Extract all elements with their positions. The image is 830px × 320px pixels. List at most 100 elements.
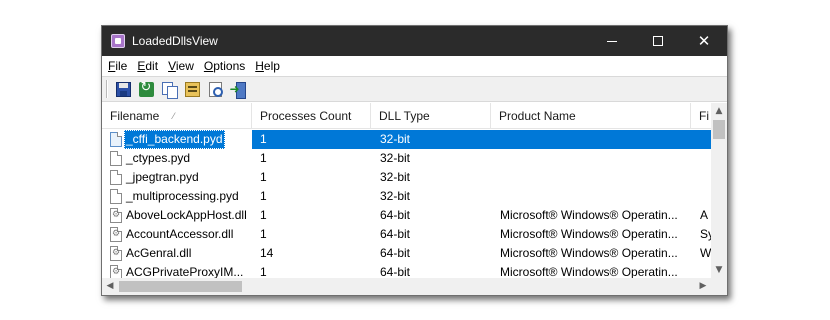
close-icon: ✕ [697, 32, 711, 50]
table-row[interactable]: ACGPrivateProxyIM... 1 64-bit Microsoft® Wi… [102, 263, 711, 278]
find-icon [208, 81, 223, 97]
cell-dll-type: 64-bit [380, 246, 411, 260]
table-row[interactable]: _multiprocessing.pyd 1 32-bit [102, 187, 711, 206]
cell-filename: ACGPrivateProxyIM... [102, 263, 252, 278]
cell-processes-count: 1 [260, 151, 267, 165]
cell-filename: _ctypes.pyd [102, 149, 252, 168]
column-filename[interactable]: Filename ⁄ [102, 103, 252, 129]
cell-fi [692, 263, 711, 278]
save-button[interactable] [113, 79, 133, 99]
filename-text: ACGPrivateProxyIM... [126, 265, 244, 278]
table-row[interactable]: AboveLockAppHost.dll 1 64-bit Microsoft® Wi… [102, 206, 711, 225]
toolbar [102, 76, 727, 102]
dll-list[interactable]: Filename ⁄ Processes Count DLL Type Produ… [102, 103, 727, 295]
cell-filename: AboveLockAppHost.dll [102, 206, 252, 225]
table-row[interactable]: _jpegtran.pyd 1 32-bit [102, 168, 711, 187]
exit-icon [230, 81, 246, 99]
cell-processes-count: 1 [260, 208, 267, 222]
dll-file-icon [110, 227, 122, 242]
copy-button[interactable] [159, 79, 179, 99]
column-dll-type[interactable]: DLL Type [371, 103, 491, 129]
title-bar[interactable]: LoadedDllsView ✕ [102, 26, 727, 56]
cell-product-name [492, 168, 692, 187]
table-row[interactable]: _cffi_backend.pyd 1 32-bit [102, 130, 711, 149]
cell-processes-count: 1 [260, 189, 267, 203]
cell-product-name: Microsoft® Windows® Operatin... [500, 208, 678, 222]
cell-fi: Sy [700, 227, 711, 241]
find-button[interactable] [205, 79, 225, 99]
list-header: Filename ⁄ Processes Count DLL Type Produ… [102, 103, 711, 129]
save-icon [115, 81, 131, 97]
cell-fi: A [700, 208, 709, 222]
app-icon [111, 34, 125, 48]
filename-text: AboveLockAppHost.dll [126, 208, 247, 222]
cell-dll-type: 64-bit [380, 227, 411, 241]
cell-processes-count: 1 [260, 170, 267, 184]
cell-fi [692, 149, 711, 168]
scroll-right-icon[interactable]: ▶ [695, 278, 711, 295]
cell-processes-count: 1 [260, 227, 267, 241]
cell-dll-type: 32-bit [380, 151, 411, 165]
column-fi[interactable]: Fi [691, 103, 711, 129]
vertical-scrollbar[interactable]: ▲ ▼ [711, 103, 727, 278]
exit-button[interactable] [228, 79, 248, 99]
sort-indicator: ⁄ [173, 111, 175, 121]
cell-product-name [492, 130, 692, 149]
menu-edit[interactable]: Edit [137, 59, 158, 73]
cell-processes-count: 14 [260, 246, 274, 260]
cell-dll-type: 32-bit [372, 130, 492, 149]
cell-dll-type: 32-bit [380, 170, 411, 184]
cell-processes-count: 1 [260, 265, 267, 278]
cell-filename: _multiprocessing.pyd [102, 187, 252, 206]
table-row[interactable]: AcGenral.dll 14 64-bit Microsoft® Windows® … [102, 244, 711, 263]
cell-fi [692, 187, 711, 206]
toolbar-grip[interactable] [106, 80, 108, 98]
cell-fi [692, 168, 711, 187]
file-icon [110, 132, 122, 147]
filename-text: _ctypes.pyd [126, 151, 191, 165]
scroll-up-icon[interactable]: ▲ [711, 103, 727, 119]
minimize-icon [607, 40, 617, 42]
file-icon [110, 189, 122, 204]
column-product-name[interactable]: Product Name [491, 103, 691, 129]
cell-filename: AcGenral.dll [102, 244, 252, 263]
cell-processes-count: 1 [252, 130, 372, 149]
horizontal-scrollbar[interactable]: ◀ ▶ [102, 278, 711, 295]
menu-help[interactable]: Help [255, 59, 280, 73]
cell-filename: _cffi_backend.pyd [102, 130, 252, 149]
menu-view[interactable]: View [168, 59, 194, 73]
filename-text: _jpegtran.pyd [126, 170, 199, 184]
minimize-button[interactable] [589, 26, 635, 56]
properties-button[interactable] [182, 79, 202, 99]
menu-options[interactable]: Options [204, 59, 245, 73]
filename-text: _cffi_backend.pyd [124, 130, 225, 149]
properties-icon [184, 81, 200, 97]
dll-file-icon [110, 246, 122, 261]
copy-icon [161, 81, 178, 99]
scroll-down-icon[interactable]: ▼ [711, 262, 727, 278]
table-row[interactable]: AccountAccessor.dll 1 64-bit Microsoft® Win… [102, 225, 711, 244]
filename-text: AccountAccessor.dll [126, 227, 234, 241]
maximize-icon [653, 36, 663, 46]
close-button[interactable]: ✕ [681, 26, 727, 56]
list-rows: _cffi_backend.pyd 1 32-bit _ctypes.pyd 1 32-b… [102, 130, 711, 278]
cell-filename: _jpegtran.pyd [102, 168, 252, 187]
horizontal-scroll-thumb[interactable] [119, 281, 242, 292]
menu-bar: File Edit View Options Help [102, 56, 727, 76]
menu-file[interactable]: File [108, 59, 127, 73]
file-icon [110, 170, 122, 185]
scroll-left-icon[interactable]: ◀ [102, 278, 118, 295]
refresh-button[interactable] [136, 79, 156, 99]
cell-product-name: Microsoft® Windows® Operatin... [500, 265, 678, 278]
table-row[interactable]: _ctypes.pyd 1 32-bit [102, 149, 711, 168]
cell-dll-type: 64-bit [380, 208, 411, 222]
maximize-button[interactable] [635, 26, 681, 56]
column-processes-count[interactable]: Processes Count [252, 103, 371, 129]
file-icon [110, 151, 122, 166]
scroll-corner [711, 278, 727, 295]
cell-filename: AccountAccessor.dll [102, 225, 252, 244]
cell-product-name [492, 149, 692, 168]
cell-product-name: Microsoft® Windows® Operatin... [500, 227, 678, 241]
vertical-scroll-thumb[interactable] [713, 120, 725, 139]
cell-fi: W [700, 246, 711, 260]
